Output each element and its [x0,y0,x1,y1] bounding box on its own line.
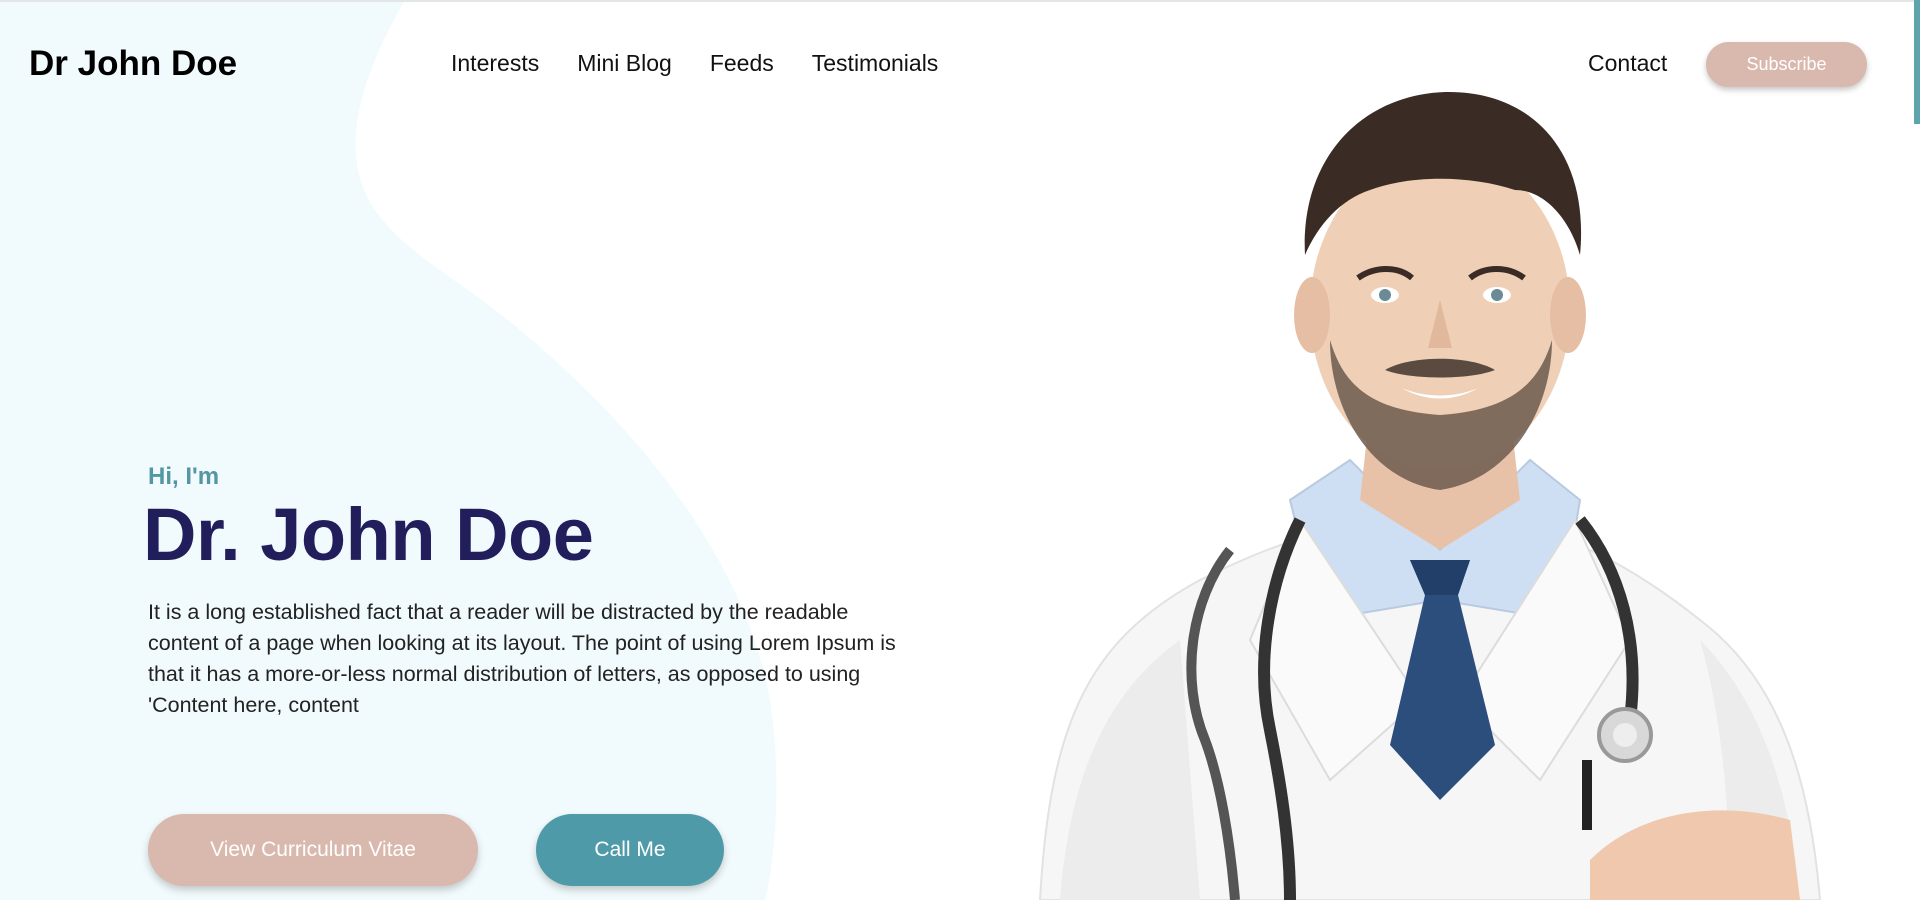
nav-mini-blog[interactable]: Mini Blog [577,50,672,77]
call-me-button[interactable]: Call Me [536,814,724,886]
hero-name: Dr. John Doe [143,493,594,576]
nav-interests[interactable]: Interests [451,50,539,77]
main-nav: Interests Mini Blog Feeds Testimonials [451,50,976,77]
doctor-portrait-image [1038,91,1822,900]
view-cv-button[interactable]: View Curriculum Vitae [148,814,478,886]
page: Dr John Doe Interests Mini Blog Feeds Te… [0,0,1920,900]
hero-greeting: Hi, I'm [148,463,220,490]
hero-description: It is a long established fact that a rea… [148,600,896,717]
nav-feeds[interactable]: Feeds [710,50,774,77]
site-brand[interactable]: Dr John Doe [29,44,237,84]
nav-testimonials[interactable]: Testimonials [812,50,939,77]
nav-contact[interactable]: Contact [1588,50,1667,77]
